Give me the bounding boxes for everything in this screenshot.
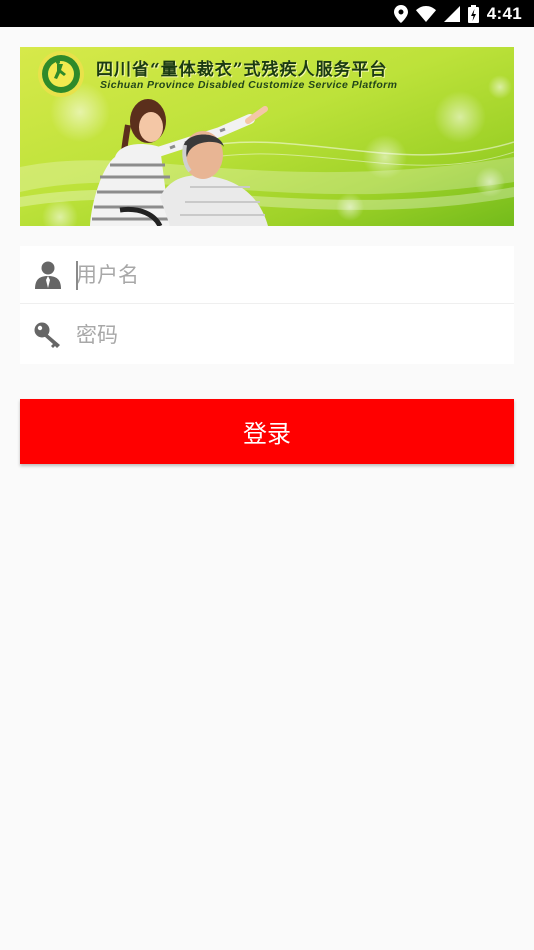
banner-image: 四川省“量体裁衣”式残疾人服务平台 Sichuan Province Disab… bbox=[20, 47, 514, 226]
login-button[interactable]: 登录 bbox=[20, 399, 514, 464]
username-row bbox=[20, 246, 514, 304]
wifi-icon bbox=[415, 5, 436, 22]
location-icon bbox=[393, 4, 408, 23]
password-row bbox=[20, 306, 514, 364]
signal-icon bbox=[443, 5, 460, 22]
disability-federation-logo bbox=[38, 51, 84, 97]
key-icon bbox=[20, 322, 76, 348]
password-input[interactable] bbox=[76, 315, 496, 355]
battery-icon bbox=[467, 4, 479, 23]
login-form bbox=[20, 246, 514, 364]
banner-subtitle: Sichuan Province Disabled Customize Serv… bbox=[100, 79, 398, 91]
banner-title: 四川省“量体裁衣”式残疾人服务平台 bbox=[96, 60, 388, 80]
username-input[interactable] bbox=[76, 254, 496, 295]
status-bar: 4:41 bbox=[0, 0, 534, 27]
status-time: 4:41 bbox=[486, 3, 522, 23]
text-caret bbox=[76, 261, 78, 290]
user-icon bbox=[20, 261, 76, 289]
